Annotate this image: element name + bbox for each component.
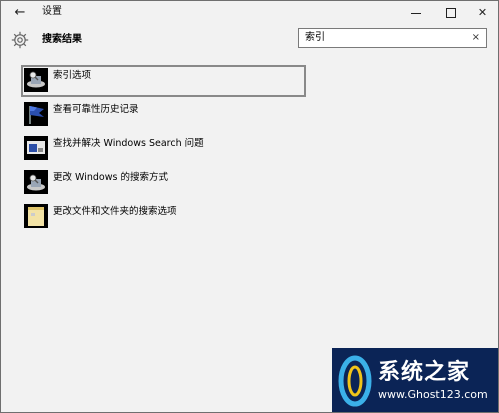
title-bar: ← 设置 ✕ xyxy=(1,1,498,25)
result-troubleshoot-search[interactable]: 查找并解决 Windows Search 问题 xyxy=(21,133,306,165)
result-label: 更改文件和文件夹的搜索选项 xyxy=(53,206,177,217)
reliability-flag-icon xyxy=(24,102,48,126)
minimize-icon xyxy=(410,12,421,14)
close-button[interactable]: ✕ xyxy=(466,1,498,25)
result-label: 查找并解决 Windows Search 问题 xyxy=(53,138,204,149)
result-indexing-options[interactable]: 索引选项 xyxy=(21,65,306,97)
troubleshoot-icon xyxy=(24,136,48,160)
minimize-button[interactable] xyxy=(399,1,432,25)
search-input[interactable]: 索引 × xyxy=(298,28,487,48)
window-title: 设置 xyxy=(42,6,62,17)
gear-icon xyxy=(11,31,29,49)
result-change-search-mode[interactable]: 更改 Windows 的搜索方式 xyxy=(21,167,306,199)
maximize-icon xyxy=(445,8,456,18)
folder-options-icon xyxy=(24,204,48,228)
result-label: 索引选项 xyxy=(53,70,92,81)
site-watermark: 系统之家 www.Ghost123.com xyxy=(332,348,498,412)
settings-window: ← 设置 ✕ 搜索结果 索引 × 索引选项 查看可靠性历史记录 查找并解决 Wi… xyxy=(0,0,499,413)
search-settings-icon xyxy=(24,170,48,194)
search-input-value[interactable]: 索引 xyxy=(305,31,325,45)
watermark-url: www.Ghost123.com xyxy=(378,388,488,401)
maximize-button[interactable] xyxy=(434,1,467,25)
watermark-logo-icon xyxy=(338,355,372,407)
clear-search-button[interactable]: × xyxy=(472,30,480,46)
indexing-options-icon xyxy=(24,68,48,92)
back-button[interactable]: ← xyxy=(9,3,31,23)
result-label: 查看可靠性历史记录 xyxy=(53,104,139,115)
result-label: 更改 Windows 的搜索方式 xyxy=(53,172,168,183)
result-folder-search-options[interactable]: 更改文件和文件夹的搜索选项 xyxy=(21,201,306,233)
result-reliability-history[interactable]: 查看可靠性历史记录 xyxy=(21,99,306,131)
page-title: 搜索结果 xyxy=(42,34,82,45)
watermark-title: 系统之家 xyxy=(378,359,471,385)
